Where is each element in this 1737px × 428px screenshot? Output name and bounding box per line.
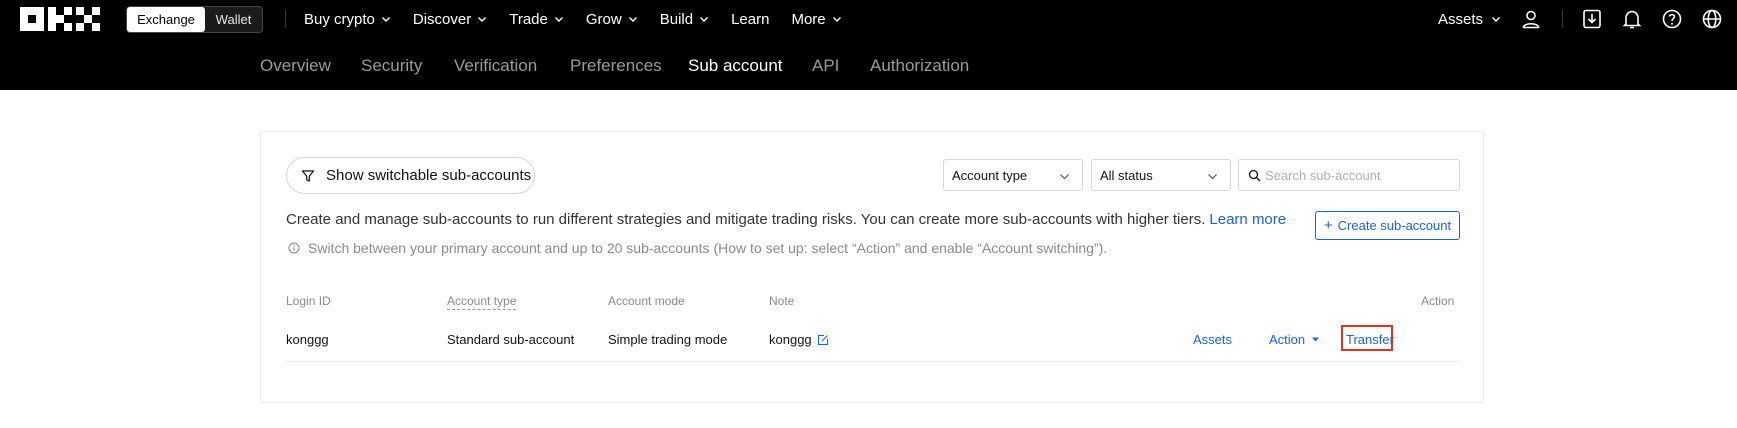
description-text: Create and manage sub-accounts to run di… <box>286 211 1286 228</box>
create-sub-account-button[interactable]: + Create sub-account <box>1315 211 1460 240</box>
chevron-down-icon <box>628 17 637 22</box>
help-icon[interactable] <box>1661 8 1683 30</box>
show-switchable-label: Show switchable sub-accounts <box>326 167 532 184</box>
nav-more[interactable]: More <box>791 11 841 28</box>
chevron-down-icon <box>1060 174 1069 180</box>
row-account-type: Standard sub-account <box>447 332 575 347</box>
account-type-select[interactable]: Account type <box>943 159 1083 191</box>
sub-account-card: Show switchable sub-accounts Account typ… <box>260 131 1484 403</box>
row-note: konggg <box>769 332 829 347</box>
header-note: Note <box>769 294 795 308</box>
user-icon[interactable] <box>1520 8 1542 30</box>
nav-discover[interactable]: Discover <box>413 11 487 28</box>
header-action: Action <box>1421 294 1455 308</box>
tab-preferences[interactable]: Preferences <box>570 38 662 90</box>
exchange-toggle[interactable]: Exchange <box>127 7 205 32</box>
exchange-wallet-switch: Exchange Wallet <box>126 6 263 33</box>
nav-label: Build <box>659 10 694 28</box>
switch-note-text: Switch between your primary account and … <box>308 240 1108 256</box>
header-login-id: Login ID <box>286 294 331 308</box>
assets-label: Assets <box>1438 10 1484 28</box>
nav-label: More <box>791 10 826 28</box>
tab-overview[interactable]: Overview <box>260 38 331 90</box>
nav-label: Learn <box>731 10 770 28</box>
divider <box>285 10 286 28</box>
bell-icon[interactable] <box>1621 8 1643 30</box>
chevron-down-icon <box>478 17 487 22</box>
header-account-mode: Account mode <box>608 294 685 308</box>
transfer-link[interactable]: Transfer <box>1346 332 1394 347</box>
filter-icon <box>301 169 315 182</box>
nav-buy-crypto[interactable]: Buy crypto <box>304 11 391 28</box>
row-note-text: konggg <box>769 332 812 347</box>
nav-label: Grow <box>585 10 622 28</box>
tab-authorization[interactable]: Authorization <box>870 38 969 90</box>
status-value: All status <box>1100 167 1153 183</box>
chevron-down-icon <box>700 17 709 22</box>
learn-more-link[interactable]: Learn more <box>1209 211 1286 228</box>
nav-trade[interactable]: Trade <box>509 11 564 28</box>
chevron-down-icon <box>1208 174 1217 180</box>
nav-label: Trade <box>509 10 548 28</box>
tab-api[interactable]: API <box>812 38 839 90</box>
tab-verification[interactable]: Verification <box>454 38 537 90</box>
action-dropdown-label: Action <box>1269 332 1306 347</box>
row-login-id: konggg <box>286 332 329 347</box>
okx-logo-icon[interactable] <box>20 7 100 31</box>
top-navigation-bar: Exchange Wallet Buy crypto Discover Trad… <box>0 0 1737 38</box>
download-icon[interactable] <box>1581 8 1603 30</box>
caret-down-icon <box>1312 337 1320 342</box>
info-icon <box>288 242 300 254</box>
chevron-down-icon <box>381 17 390 22</box>
nav-build[interactable]: Build <box>660 11 709 28</box>
show-switchable-button[interactable]: Show switchable sub-accounts <box>286 157 535 194</box>
chevron-down-icon <box>832 17 841 22</box>
search-box <box>1238 159 1460 191</box>
divider <box>1562 10 1563 28</box>
plus-icon: + <box>1323 217 1333 234</box>
assets-link[interactable]: Assets <box>1193 332 1232 347</box>
main-nav: Buy crypto Discover Trade Grow Build Lea… <box>304 0 864 38</box>
nav-label: Discover <box>412 10 472 28</box>
switch-note: Switch between your primary account and … <box>288 240 1107 256</box>
globe-icon[interactable] <box>1701 8 1723 30</box>
assets-menu[interactable]: Assets <box>1438 0 1501 38</box>
header-account-type[interactable]: Account type <box>447 294 517 310</box>
nav-learn[interactable]: Learn <box>731 11 769 28</box>
nav-grow[interactable]: Grow <box>586 11 638 28</box>
tab-sub-account[interactable]: Sub account <box>688 38 783 90</box>
chevron-down-icon <box>554 17 563 22</box>
account-type-value: Account type <box>952 167 1028 183</box>
nav-label: Buy crypto <box>304 10 375 28</box>
description: Create and manage sub-accounts to run di… <box>286 211 1206 228</box>
chevron-down-icon <box>1492 17 1501 22</box>
account-subnav: Overview Security Verification Preferenc… <box>0 38 1737 90</box>
create-label: Create sub-account <box>1337 218 1452 233</box>
wallet-toggle[interactable]: Wallet <box>205 7 262 32</box>
search-input[interactable] <box>1265 164 1455 186</box>
search-icon <box>1248 169 1261 182</box>
action-dropdown-button[interactable]: Action <box>1269 332 1320 347</box>
tab-security[interactable]: Security <box>361 38 422 90</box>
edit-icon[interactable] <box>817 334 829 346</box>
row-account-mode: Simple trading mode <box>608 332 728 347</box>
status-select[interactable]: All status <box>1091 159 1231 191</box>
row-divider <box>286 361 1460 362</box>
